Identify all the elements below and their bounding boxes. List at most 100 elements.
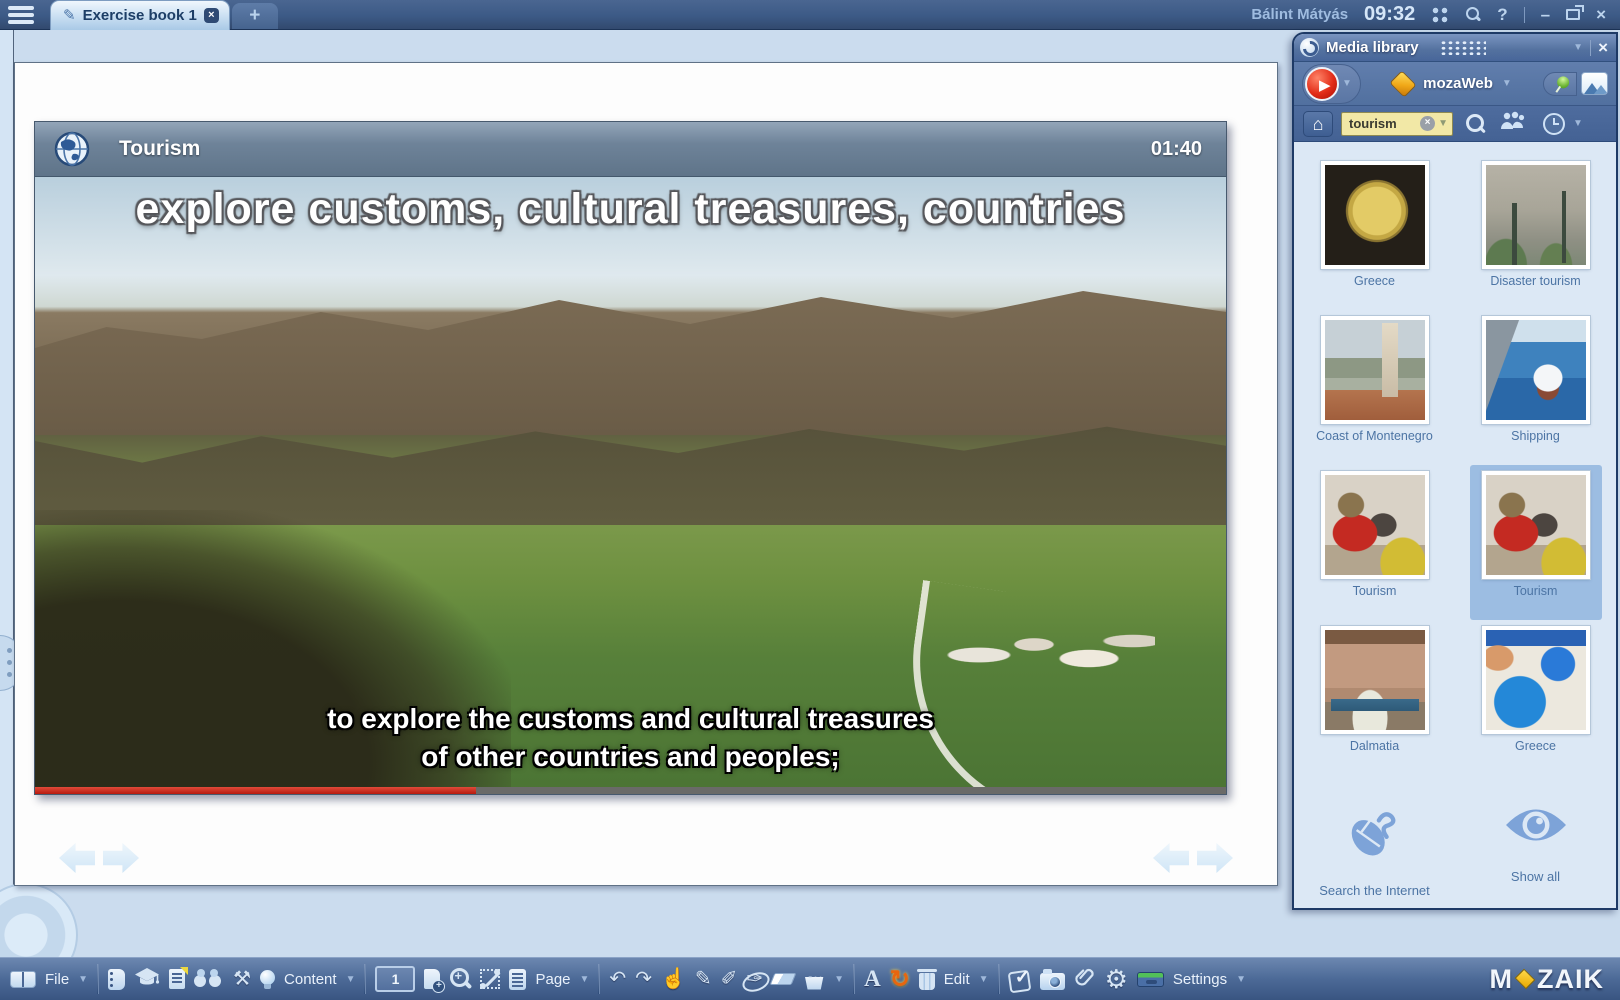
redo-icon[interactable]: ↷: [635, 969, 652, 989]
media-item[interactable]: Tourism: [1309, 465, 1441, 620]
media-type-picture-icon[interactable]: [1581, 72, 1608, 95]
media-thumbnail[interactable]: [1321, 626, 1429, 734]
drag-handle-icon[interactable]: [1440, 40, 1486, 55]
content-menu[interactable]: Content: [284, 971, 337, 988]
pin-panel-button[interactable]: [1543, 72, 1577, 96]
storage-tray-icon[interactable]: [1137, 972, 1164, 987]
page-list-icon[interactable]: [509, 969, 526, 990]
highlighter-tool-icon[interactable]: ✐: [721, 969, 738, 989]
content-menu-dropdown-icon[interactable]: ▼: [346, 974, 356, 985]
binoculars-icon[interactable]: [194, 973, 224, 989]
document-bookmark-icon[interactable]: [169, 969, 185, 989]
media-thumbnail[interactable]: [1321, 161, 1429, 269]
page-number-box[interactable]: 1: [375, 966, 415, 992]
media-item-label: Disaster tourism: [1470, 274, 1602, 288]
media-item[interactable]: Greece: [1309, 155, 1441, 310]
media-thumbnail[interactable]: [1482, 626, 1590, 734]
video-player[interactable]: Tourism 01:40 explore customs, cultural …: [34, 121, 1227, 795]
video-frame[interactable]: explore customs, cultural treasures, cou…: [35, 177, 1226, 794]
file-book-icon[interactable]: [10, 971, 36, 988]
search-internet-button[interactable]: Search the Internet: [1294, 803, 1455, 898]
history-dropdown-icon[interactable]: ▼: [1573, 118, 1583, 129]
media-thumbnail[interactable]: [1321, 316, 1429, 424]
help-icon[interactable]: ?: [1497, 6, 1507, 23]
tools-icon[interactable]: ⚒: [233, 969, 251, 989]
idea-bulb-icon[interactable]: [260, 970, 275, 985]
tab-exercise-book[interactable]: ✎ Exercise book 1 ×: [50, 0, 230, 30]
media-item-selected[interactable]: Tourism: [1470, 465, 1602, 620]
pen-holder-dropdown-icon[interactable]: ▼: [834, 974, 844, 985]
page-menu-dropdown-icon[interactable]: ▼: [580, 974, 590, 985]
panel-dropdown-icon[interactable]: ▼: [1573, 42, 1583, 53]
paperclip-icon[interactable]: [1074, 966, 1096, 992]
exercise-book-icon[interactable]: [108, 969, 125, 990]
run-search-icon[interactable]: [1465, 114, 1485, 134]
source-selector[interactable]: mozaWeb ▼: [1392, 73, 1512, 95]
next-page-arrow[interactable]: [1197, 843, 1233, 873]
play-options-dropdown-icon[interactable]: ▼: [1342, 78, 1352, 89]
media-item[interactable]: Disaster tourism: [1470, 155, 1602, 310]
clear-search-icon[interactable]: ×: [1420, 116, 1435, 131]
pen-holder-icon[interactable]: [803, 977, 825, 990]
gear-icon[interactable]: ⚙: [1105, 966, 1128, 992]
next-page-arrow[interactable]: [103, 843, 139, 873]
close-window-icon[interactable]: ×: [1596, 6, 1606, 23]
community-icon[interactable]: [1499, 111, 1527, 136]
tab-close-icon[interactable]: ×: [204, 8, 219, 23]
file-menu-dropdown-icon[interactable]: ▼: [78, 974, 88, 985]
title-bar: ✎ Exercise book 1 × + Bálint Mátyás 09:3…: [0, 0, 1620, 30]
media-item[interactable]: Shipping: [1470, 310, 1602, 465]
apps-grid-icon[interactable]: [1431, 6, 1449, 24]
media-thumbnail[interactable]: [1482, 161, 1590, 269]
pen-tool-icon[interactable]: ✎: [695, 969, 712, 989]
eraser-tool-icon[interactable]: [770, 973, 797, 985]
media-thumbnail[interactable]: [1482, 316, 1590, 424]
new-tab-button[interactable]: +: [232, 3, 278, 29]
eye-icon: [1504, 803, 1568, 847]
tab-title: Exercise book 1: [83, 7, 197, 24]
search-history-dropdown-icon[interactable]: ▼: [1438, 118, 1448, 129]
camera-icon[interactable]: [1040, 973, 1065, 990]
zoom-icon[interactable]: [449, 968, 471, 990]
previous-page-arrow[interactable]: [59, 843, 95, 873]
video-progress-bar[interactable]: [35, 787, 1226, 794]
minimize-icon[interactable]: –: [1541, 6, 1550, 23]
panel-close-icon[interactable]: ×: [1598, 39, 1608, 56]
media-item[interactable]: Coast of Montenegro: [1309, 310, 1441, 465]
hand-pointer-icon[interactable]: ☝: [661, 969, 686, 989]
animation-icon[interactable]: ↻: [890, 965, 910, 994]
homework-check-icon[interactable]: [1009, 969, 1031, 989]
settings-menu-dropdown-icon[interactable]: ▼: [1236, 974, 1246, 985]
graduation-cap-icon[interactable]: [134, 967, 160, 991]
media-thumbnail[interactable]: [1482, 471, 1590, 579]
edit-menu[interactable]: Edit: [944, 971, 970, 988]
history-clock-icon[interactable]: [1543, 113, 1565, 135]
main-menu-icon[interactable]: [8, 6, 34, 24]
search-input[interactable]: tourism: [1349, 116, 1417, 131]
previous-page-arrow[interactable]: [1153, 843, 1189, 873]
text-tool-icon[interactable]: A: [864, 966, 881, 992]
undo-icon[interactable]: ↶: [609, 969, 626, 989]
home-button[interactable]: ⌂: [1303, 111, 1333, 137]
page-menu[interactable]: Page: [535, 971, 570, 988]
media-item[interactable]: Greece: [1470, 620, 1602, 775]
settings-menu[interactable]: Settings: [1173, 971, 1227, 988]
layout-link-icon[interactable]: [480, 969, 500, 989]
source-dropdown-icon[interactable]: ▼: [1502, 78, 1512, 89]
media-library-icon: [1300, 38, 1319, 57]
shape-recognition-pen-icon[interactable]: ✑: [746, 969, 763, 989]
file-menu[interactable]: File: [45, 971, 69, 988]
edit-menu-dropdown-icon[interactable]: ▼: [979, 974, 989, 985]
media-library-header[interactable]: Media library ▼ ×: [1294, 34, 1616, 62]
restore-window-icon[interactable]: [1566, 9, 1580, 20]
play-media-button[interactable]: ▶ ▼: [1302, 64, 1361, 104]
show-all-button[interactable]: Show all: [1455, 803, 1616, 898]
add-page-icon[interactable]: [424, 969, 440, 989]
play-icon[interactable]: ▶: [1305, 67, 1339, 101]
media-thumbnail[interactable]: [1321, 471, 1429, 579]
search-field[interactable]: tourism × ▼: [1341, 112, 1453, 136]
media-item[interactable]: Dalmatia: [1309, 620, 1441, 775]
delete-icon[interactable]: [919, 973, 935, 990]
search-icon[interactable]: [1465, 7, 1481, 23]
logo-diamond-icon: [1515, 969, 1536, 990]
